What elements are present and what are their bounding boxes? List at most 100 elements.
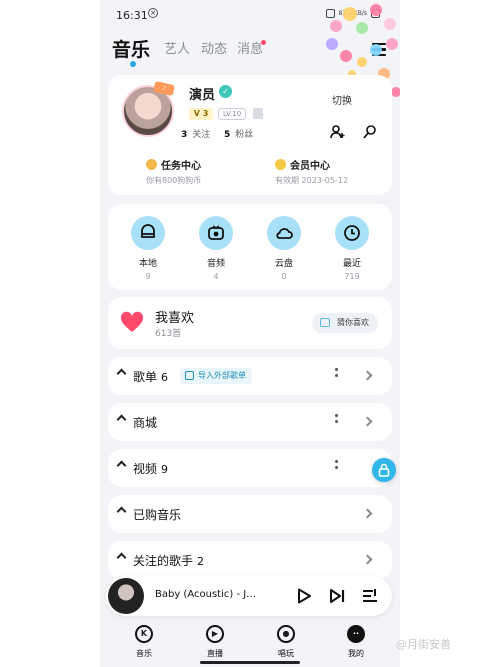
mini-player[interactable]: Baby (Acoustic) - J… bbox=[106, 576, 392, 616]
heart-icon bbox=[120, 311, 144, 332]
following-stat[interactable]: 3 关注 bbox=[181, 127, 210, 140]
nav-sing[interactable]: ● 唱玩 bbox=[266, 625, 306, 659]
playlists-label: 歌单 bbox=[133, 370, 158, 384]
audio-icon bbox=[199, 216, 233, 250]
level-badge[interactable]: LV.10 bbox=[218, 108, 247, 120]
message-unread-dot bbox=[261, 40, 266, 45]
signal-icon bbox=[371, 9, 380, 18]
status-bar: 16:31 × 87.2 KB/s bbox=[100, 0, 400, 30]
guess-you-like-label: 猜你喜欢 bbox=[337, 318, 369, 327]
now-playing-title[interactable]: Baby (Acoustic) - J… bbox=[155, 589, 275, 600]
k-icon: K bbox=[135, 625, 153, 643]
more-icon[interactable] bbox=[335, 414, 338, 426]
next-track-icon[interactable] bbox=[328, 587, 346, 605]
album-cover[interactable] bbox=[108, 578, 144, 614]
tab-artists[interactable]: 艺人 bbox=[164, 38, 190, 57]
guess-you-like-button[interactable]: 猜你喜欢 bbox=[312, 313, 378, 333]
floating-lock-button[interactable] bbox=[372, 458, 396, 482]
nav-live[interactable]: ▶ 直播 bbox=[195, 625, 235, 659]
task-center-label: 任务中心 bbox=[161, 161, 201, 172]
chevron-right-icon[interactable] bbox=[362, 554, 373, 565]
fans-stat[interactable]: 5 粉丝 bbox=[224, 127, 253, 140]
quick-cloud[interactable]: 云盘 0 bbox=[259, 216, 309, 281]
fans-label: 粉丝 bbox=[235, 130, 254, 140]
section-purchased[interactable]: 已购音乐 bbox=[108, 495, 392, 533]
artists-label: 关注的歌手 bbox=[133, 554, 194, 568]
nav-me-label: 我的 bbox=[348, 649, 364, 658]
nav-me[interactable]: ·· 我的 bbox=[336, 625, 376, 659]
nav-live-label: 直播 bbox=[207, 649, 223, 658]
chevron-right-icon[interactable] bbox=[362, 508, 373, 519]
liked-songs-card[interactable]: 我喜欢 613首 猜你喜欢 bbox=[108, 297, 392, 349]
menu-icon[interactable] bbox=[372, 43, 386, 57]
lock-icon bbox=[378, 463, 390, 477]
section-videos-title: 视频 9 bbox=[133, 460, 168, 477]
quick-local-count: 9 bbox=[145, 272, 151, 281]
following-count: 3 bbox=[181, 130, 188, 140]
section-purchased-title: 已购音乐 bbox=[133, 508, 182, 522]
live-icon: ▶ bbox=[206, 625, 224, 643]
member-center-subtitle: 有效期 2023-05-12 bbox=[275, 176, 349, 185]
chevron-up-icon[interactable] bbox=[116, 368, 127, 379]
profile-card: ♪ 演员 ✓ V 3 LV.10 3 关注 5 粉丝 切换 任务中心 你有800狗狗… bbox=[108, 75, 392, 195]
chevron-up-icon[interactable] bbox=[116, 506, 127, 517]
section-followed-artists[interactable]: 关注的歌手 2 bbox=[108, 541, 392, 579]
videos-count: 9 bbox=[161, 463, 169, 476]
artists-count: 2 bbox=[197, 555, 205, 568]
quick-local[interactable]: 本地 9 bbox=[123, 216, 173, 281]
quick-access-card: 本地 9 音频 4 云盘 0 最近 719 bbox=[108, 204, 392, 290]
quick-audio[interactable]: 音频 4 bbox=[191, 216, 241, 281]
tab-music[interactable]: 音乐 bbox=[112, 35, 150, 62]
playlist-queue-icon[interactable] bbox=[361, 587, 379, 605]
section-videos[interactable]: 视频 9 bbox=[108, 449, 392, 487]
section-artists-title: 关注的歌手 2 bbox=[133, 552, 204, 569]
verified-icon: ✓ bbox=[219, 85, 232, 98]
member-center-link[interactable]: 会员中心 bbox=[275, 157, 330, 172]
add-friend-icon[interactable] bbox=[330, 124, 346, 140]
top-tabs: 音乐 艺人 动态 消息 bbox=[100, 30, 400, 70]
fans-count: 5 bbox=[224, 130, 231, 140]
liked-songs-title: 我喜欢 bbox=[155, 311, 195, 326]
chevron-up-icon[interactable] bbox=[116, 414, 127, 425]
vip-level: 3 bbox=[202, 109, 209, 118]
liked-songs-count: 613首 bbox=[155, 329, 182, 339]
more-icon[interactable] bbox=[335, 460, 338, 472]
quick-audio-label: 音频 bbox=[206, 259, 225, 269]
more-icon[interactable] bbox=[335, 368, 338, 380]
chevron-right-icon[interactable] bbox=[362, 416, 373, 427]
import-playlist-button[interactable]: 导入外部歌单 bbox=[180, 368, 252, 384]
quick-cloud-count: 0 bbox=[281, 272, 287, 281]
local-icon bbox=[131, 216, 165, 250]
nav-music[interactable]: K 音乐 bbox=[124, 625, 164, 659]
active-tab-indicator bbox=[130, 61, 136, 67]
import-playlist-label: 导入外部歌单 bbox=[198, 371, 246, 380]
section-store[interactable]: 商城 bbox=[108, 403, 392, 441]
section-playlists[interactable]: 歌单 6 导入外部歌单 bbox=[108, 357, 392, 395]
username[interactable]: 演员 bbox=[189, 84, 215, 103]
chevron-right-icon[interactable] bbox=[362, 370, 373, 381]
chevron-up-icon[interactable] bbox=[116, 552, 127, 563]
play-icon[interactable] bbox=[295, 587, 313, 605]
switch-account-button[interactable]: 切换 bbox=[332, 92, 352, 107]
badge-icon[interactable] bbox=[253, 108, 263, 119]
following-label: 关注 bbox=[192, 130, 211, 140]
tab-feed[interactable]: 动态 bbox=[201, 38, 227, 57]
import-icon bbox=[185, 371, 194, 380]
chevron-up-icon[interactable] bbox=[116, 460, 127, 471]
me-icon: ·· bbox=[347, 625, 365, 643]
section-store-title: 商城 bbox=[133, 416, 158, 430]
mic-tune-icon[interactable] bbox=[362, 124, 378, 140]
quick-recent-count: 719 bbox=[344, 272, 360, 281]
status-icons: 87.2 KB/s bbox=[325, 9, 380, 18]
nav-music-label: 音乐 bbox=[136, 649, 152, 658]
playlists-count: 6 bbox=[161, 371, 169, 384]
vip-badge[interactable]: V 3 bbox=[189, 108, 213, 120]
circle-x-icon: × bbox=[148, 8, 158, 18]
mute-icon bbox=[325, 9, 335, 18]
task-center-link[interactable]: 任务中心 bbox=[146, 157, 201, 172]
quick-recent[interactable]: 最近 719 bbox=[327, 216, 377, 281]
phone-screen: 16:31 × 87.2 KB/s 音乐 艺人 动态 消息 ♪ 演员 ✓ V 3… bbox=[100, 0, 400, 667]
nav-sing-label: 唱玩 bbox=[278, 649, 294, 658]
tab-messages[interactable]: 消息 bbox=[237, 38, 263, 57]
videos-label: 视频 bbox=[133, 462, 158, 476]
